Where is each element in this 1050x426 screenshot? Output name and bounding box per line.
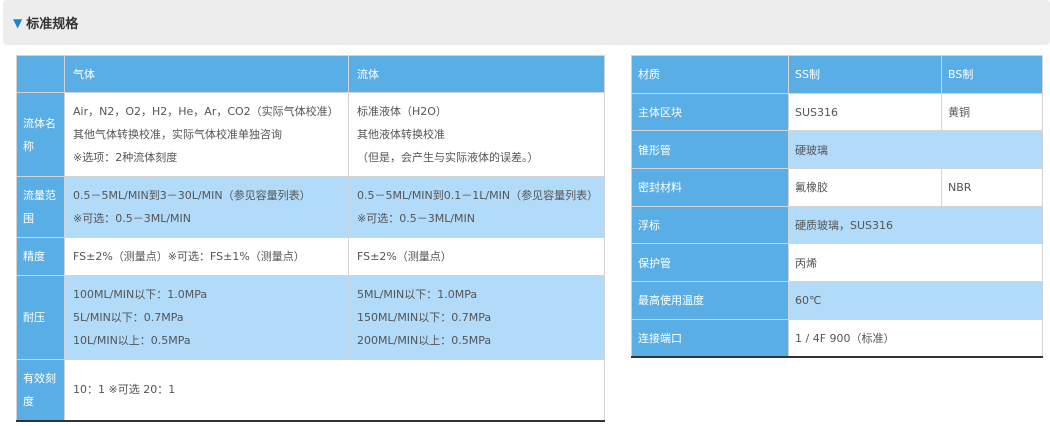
table-row: 耐压 100ML/MIN以下：1.0MPa 5L/MIN以下：0.7MPa 10… <box>16 275 605 360</box>
body-block-ss: SUS316 <box>788 92 942 132</box>
table-row: 浮标 硬质玻璃，SUS316 <box>631 205 1043 245</box>
accuracy-liquid: FS±2%（测量点） <box>348 237 605 276</box>
row-label-taper-tube: 锥形管 <box>631 130 789 170</box>
protective-tube-value: 丙烯 <box>788 243 1043 283</box>
flow-range-gas: 0.5－5ML/MIN到3－30L/MIN（参见容量列表） ※可选：0.5－3M… <box>64 176 349 238</box>
flow-range-liquid: 0.5－5ML/MIN到0.1－1L/MIN（参见容量列表） ※可选：0.5－3… <box>348 176 605 238</box>
seal-material-ss: 氟橡胶 <box>788 168 942 207</box>
header-liquid: 流体 <box>348 55 605 93</box>
header-ss: SS制 <box>788 55 942 94</box>
row-label-effective-scale: 有效刻度 <box>16 359 65 422</box>
max-temp-value: 60℃ <box>788 281 1043 320</box>
header-gas: 气体 <box>64 55 349 93</box>
pressure-liquid: 5ML/MIN以下：1.0MPa 150ML/MIN以下：0.7MPa 200M… <box>348 275 605 360</box>
material-spec-table: 材质 SS制 BS制 主体区块 SUS316 黄铜 锥形管 硬玻璃 密封材料 氟… <box>631 55 1043 358</box>
table-row: 保护管 丙烯 <box>631 243 1043 283</box>
header-blank <box>16 55 65 93</box>
table-row: 连接端口 1 / 4F 900（标准） <box>631 318 1043 358</box>
pressure-gas: 100ML/MIN以下：1.0MPa 5L/MIN以下：0.7MPa 10L/M… <box>64 275 349 360</box>
fluid-name-gas: Air，N2，O2，H2，He，Ar，CO2（实际气体校准） 其他气体转换校准，… <box>64 92 349 177</box>
taper-tube-value: 硬玻璃 <box>788 130 1043 170</box>
section-header[interactable]: ▼ 标准规格 <box>3 0 1050 45</box>
section-title: 标准规格 <box>26 17 79 32</box>
header-material: 材质 <box>631 55 789 94</box>
seal-material-bs: NBR <box>941 168 1043 207</box>
row-label-seal-material: 密封材料 <box>631 168 789 207</box>
row-label-flow-range: 流量范围 <box>16 176 65 238</box>
row-label-accuracy: 精度 <box>16 237 65 276</box>
connection-port-value: 1 / 4F 900（标准） <box>788 318 1043 358</box>
table-row: 有效刻度 10：1 ※可选 20：1 <box>16 359 605 422</box>
float-value: 硬质玻璃，SUS316 <box>788 205 1043 245</box>
row-label-protective-tube: 保护管 <box>631 243 789 283</box>
table-row: 密封材料 氟橡胶 NBR <box>631 168 1043 207</box>
row-label-max-temp: 最高使用温度 <box>631 281 789 320</box>
accuracy-gas: FS±2%（测量点）※可选：FS±1%（测量点） <box>64 237 349 276</box>
row-label-body-block: 主体区块 <box>631 92 789 132</box>
table-header-row: 材质 SS制 BS制 <box>631 55 1043 94</box>
table-row: 锥形管 硬玻璃 <box>631 130 1043 170</box>
table-row: 流量范围 0.5－5ML/MIN到3－30L/MIN（参见容量列表） ※可选：0… <box>16 176 605 238</box>
row-label-fluid-name: 流体名称 <box>16 92 65 177</box>
body-block-bs: 黄铜 <box>941 92 1043 132</box>
table-row: 精度 FS±2%（测量点）※可选：FS±1%（测量点） FS±2%（测量点） <box>16 237 605 276</box>
table-row: 最高使用温度 60℃ <box>631 281 1043 320</box>
table-header-row: 气体 流体 <box>16 55 605 93</box>
row-label-pressure: 耐压 <box>16 275 65 360</box>
row-label-connection-port: 连接端口 <box>631 318 789 358</box>
table-row: 流体名称 Air，N2，O2，H2，He，Ar，CO2（实际气体校准） 其他气体… <box>16 92 605 177</box>
header-bs: BS制 <box>941 55 1043 94</box>
table-row: 主体区块 SUS316 黄铜 <box>631 92 1043 132</box>
fluid-name-liquid: 标准液体（H2O） 其他液体转换校准 （但是，会产生与实际液体的误差。） <box>348 92 605 177</box>
row-label-float: 浮标 <box>631 205 789 245</box>
gas-liquid-spec-table: 气体 流体 流体名称 Air，N2，O2，H2，He，Ar，CO2（实际气体校准… <box>16 55 605 422</box>
triangle-down-icon: ▼ <box>13 15 23 30</box>
effective-scale-value: 10：1 ※可选 20：1 <box>64 359 605 422</box>
